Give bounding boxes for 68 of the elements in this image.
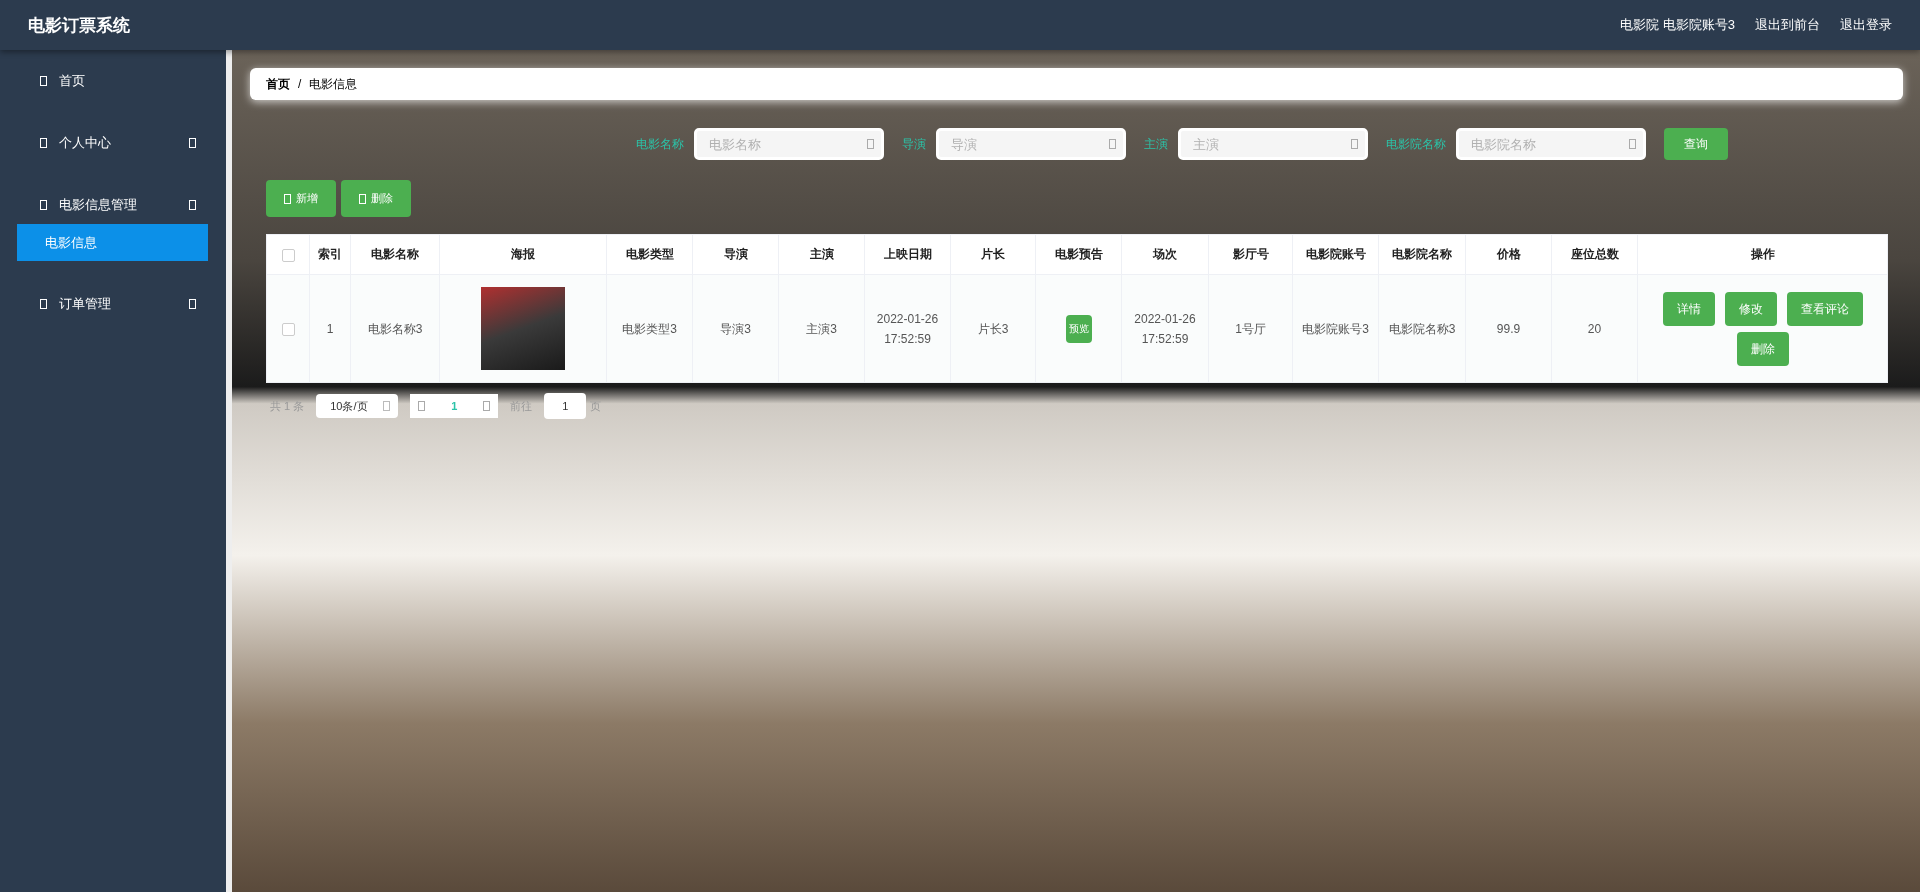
sidebar-item[interactable]: 首页 bbox=[0, 62, 226, 100]
table-cell: 片长3 bbox=[950, 274, 1036, 383]
column-header: 海报 bbox=[439, 234, 607, 275]
prev-page-icon[interactable] bbox=[418, 401, 426, 411]
square-icon bbox=[40, 299, 47, 309]
table-cell: 2022-01-26 17:52:59 bbox=[864, 274, 951, 383]
page-size-select[interactable]: 10条/页 bbox=[316, 394, 399, 418]
square-icon bbox=[1350, 139, 1358, 149]
search-field[interactable]: 电影院名称 bbox=[1455, 128, 1646, 160]
search-label: 导演 bbox=[901, 135, 926, 153]
table-cell: 电影院账号3 bbox=[1292, 274, 1379, 383]
column-header: 电影预告 bbox=[1035, 234, 1122, 275]
square-icon bbox=[40, 138, 47, 148]
table-cell: 电影名称3 bbox=[350, 274, 440, 383]
square-icon bbox=[1628, 139, 1636, 149]
column-header: 导演 bbox=[692, 234, 779, 275]
breadcrumb-link[interactable]: 电影信息 bbox=[309, 75, 358, 93]
header-link[interactable]: 退出到前台 bbox=[1755, 16, 1820, 34]
table-cell: 1号厅 bbox=[1208, 274, 1293, 383]
search-field[interactable]: 导演 bbox=[935, 128, 1126, 160]
table-cell: 电影院名称3 bbox=[1378, 274, 1466, 383]
square-icon bbox=[189, 200, 196, 210]
sidebar-item[interactable]: 个人中心 bbox=[0, 124, 226, 162]
table-cell: 电影类型3 bbox=[606, 274, 693, 383]
user-label: 电影院 电影院账号3 bbox=[1620, 16, 1735, 34]
square-icon bbox=[359, 193, 366, 204]
search-field[interactable]: 电影名称 bbox=[693, 128, 884, 160]
column-header: 电影院账号 bbox=[1292, 234, 1379, 275]
table-cell: 2022-01-26 17:52:59 bbox=[1121, 274, 1209, 383]
column-header: 上映日期 bbox=[864, 234, 951, 275]
search-field[interactable]: 主演 bbox=[1177, 128, 1368, 160]
square-icon bbox=[866, 139, 874, 149]
square-icon bbox=[383, 401, 391, 411]
search-label: 电影名称 bbox=[635, 135, 684, 153]
square-icon bbox=[40, 76, 47, 86]
column-header: 电影院名称 bbox=[1378, 234, 1466, 275]
square-icon bbox=[284, 193, 291, 204]
table-cell: 1 bbox=[309, 274, 351, 383]
sidebar-item[interactable]: 订单管理 bbox=[0, 285, 226, 323]
table-cell: 主演3 bbox=[778, 274, 865, 383]
column-header: 主演 bbox=[778, 234, 865, 275]
checkbox[interactable] bbox=[281, 248, 295, 262]
table-cell: 导演3 bbox=[692, 274, 779, 383]
search-label: 电影院名称 bbox=[1385, 135, 1446, 153]
sidebar-item[interactable]: 电影信息管理 bbox=[0, 186, 226, 224]
column-header: 场次 bbox=[1121, 234, 1209, 275]
breadcrumb-separator: / bbox=[298, 77, 302, 91]
app-title: 电影订票系统 bbox=[28, 14, 131, 37]
header-link[interactable]: 退出登录 bbox=[1840, 16, 1892, 34]
goto-page-field[interactable]: 1 bbox=[544, 393, 587, 419]
breadcrumb-link[interactable]: 首页 bbox=[266, 75, 290, 93]
column-header: 电影类型 bbox=[606, 234, 693, 275]
checkbox[interactable] bbox=[281, 322, 295, 336]
column-header: 操作 bbox=[1637, 234, 1888, 275]
square-icon bbox=[1108, 139, 1116, 149]
table-cell: 20 bbox=[1551, 274, 1638, 383]
next-page-icon[interactable] bbox=[483, 401, 491, 411]
square-icon bbox=[40, 200, 47, 210]
column-header: 电影名称 bbox=[350, 234, 440, 275]
column-header: 索引 bbox=[309, 234, 351, 275]
column-header: 影厅号 bbox=[1208, 234, 1293, 275]
search-label: 主演 bbox=[1143, 135, 1168, 153]
column-header: 价格 bbox=[1465, 234, 1552, 275]
square-icon bbox=[189, 299, 196, 309]
column-header: 座位总数 bbox=[1551, 234, 1638, 275]
table-cell: 99.9 bbox=[1465, 274, 1552, 383]
column-header: 片长 bbox=[950, 234, 1036, 275]
square-icon bbox=[189, 138, 196, 148]
